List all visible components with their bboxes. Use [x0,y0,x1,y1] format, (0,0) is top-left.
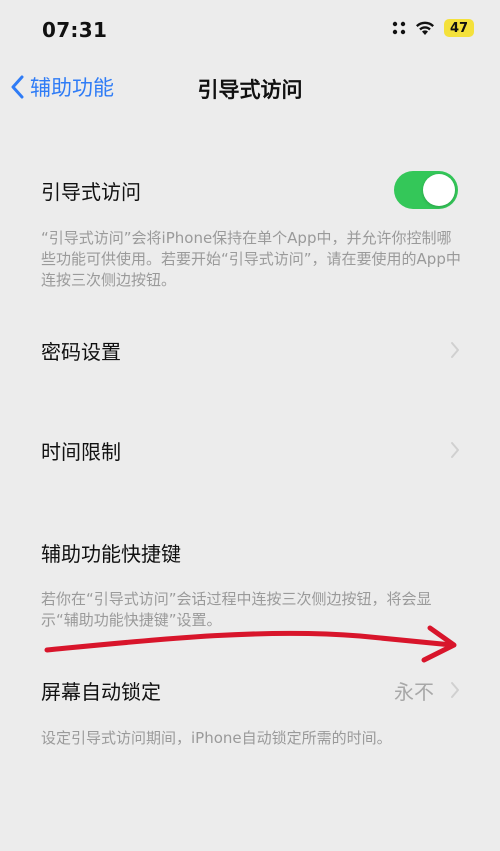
display-auto-lock-row[interactable]: 屏幕自动锁定 永不 [0,666,500,714]
chevron-right-icon [451,442,459,458]
passcode-settings-label: 密码设置 [41,340,121,364]
time-limits-label: 时间限制 [41,440,121,464]
display-auto-lock-label: 屏幕自动锁定 [41,680,161,704]
battery-level: 47 [449,20,469,36]
display-auto-lock-description: 设定引导式访问期间，iPhone自动锁定所需的时间。 [41,729,392,747]
cellular-signal-icon [392,21,406,35]
chevron-right-icon [451,682,459,698]
battery-icon: 47 [444,19,474,37]
wifi-icon [416,21,434,35]
toggle-knob [423,174,455,206]
guided-access-toggle[interactable] [394,171,458,209]
guided-access-label: 引导式访问 [41,180,141,204]
status-bar: 07:31 47 [0,0,500,60]
chevron-right-icon [451,342,459,358]
status-icons: 47 [392,19,474,37]
guided-access-description: “引导式访问”会将iPhone保持在单个App中，并允许你控制哪些功能可供使用。… [41,229,461,289]
accessibility-shortcut-label: 辅助功能快捷键 [41,542,181,566]
accessibility-shortcut-description: 若你在“引导式访问”会话过程中连按三次侧边按钮，将会显示“辅助功能快捷键”设置。 [41,590,432,629]
guided-access-row: 引导式访问 [0,166,500,214]
accessibility-shortcut-row[interactable]: 辅助功能快捷键 [0,528,500,576]
passcode-settings-row[interactable]: 密码设置 [0,326,500,374]
time-limits-row[interactable]: 时间限制 [0,426,500,474]
page-title: 引导式访问 [197,78,303,102]
display-auto-lock-value: 永不 [394,680,434,704]
status-time: 07:31 [42,18,108,42]
navigation-bar: 辅助功能 引导式访问 [0,60,500,118]
